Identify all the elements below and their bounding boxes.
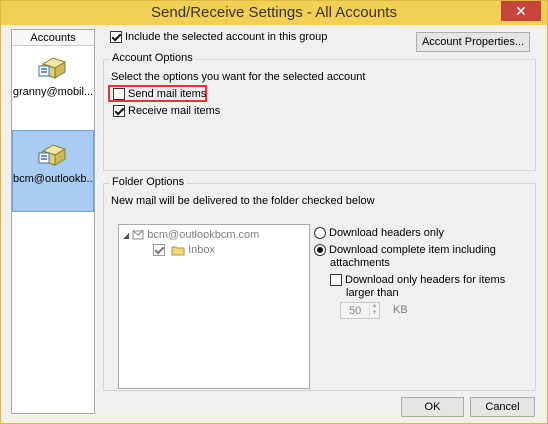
send-mail-label: Send mail items	[128, 88, 207, 100]
window-title: Send/Receive Settings - All Accounts	[151, 4, 397, 21]
download-headers-label: Download headers only	[329, 227, 444, 239]
account-options-title: Account Options	[110, 52, 195, 64]
download-only-headers-row[interactable]: Download only headers for items	[330, 274, 506, 287]
send-mail-checkbox[interactable]	[113, 88, 125, 101]
accounts-header: Accounts	[12, 30, 94, 46]
include-account-label: Include the selected account in this gro…	[125, 31, 328, 43]
send-mail-row[interactable]: Send mail items	[113, 88, 207, 101]
inbox-checkbox[interactable]	[153, 244, 165, 257]
accounts-list[interactable]: Accounts granny@mobil... bcm@outlookb...	[11, 29, 95, 414]
download-headers-row[interactable]: Download headers only	[314, 227, 444, 240]
mailbox-icon	[132, 230, 144, 240]
mail-account-icon	[38, 144, 67, 166]
account-label: bcm@outlookb...	[13, 173, 93, 185]
size-unit: KB	[393, 304, 408, 316]
close-button[interactable]: ✕	[501, 1, 541, 21]
download-headers-radio[interactable]	[314, 227, 326, 240]
download-only-headers-label-1: Download only headers for items	[345, 274, 506, 286]
receive-mail-row[interactable]: Receive mail items	[113, 105, 221, 118]
folder-icon	[171, 246, 185, 256]
download-only-headers-checkbox[interactable]	[330, 274, 342, 287]
folder-options-instruction: New mail will be delivered to the folder…	[111, 195, 375, 207]
mail-account-icon	[38, 57, 67, 79]
account-options-group: Account Options Select the options you w…	[103, 52, 536, 171]
account-label: granny@mobil...	[12, 86, 94, 98]
account-item-granny[interactable]: granny@mobil...	[12, 52, 94, 114]
dialog-client: Accounts granny@mobil... bcm@outlookb...…	[7, 26, 541, 419]
title-bar: Send/Receive Settings - All Accounts ✕	[1, 1, 547, 25]
account-options-instruction: Select the options you want for the sele…	[111, 71, 366, 83]
size-value: 50	[349, 305, 362, 317]
size-spinner[interactable]: 50 ▲ ▼	[340, 302, 380, 319]
folder-tree[interactable]: ◢ bcm@outlookbcm.com Inbox	[118, 224, 310, 389]
account-item-bcm[interactable]: bcm@outlookb...	[12, 130, 94, 212]
tree-account-label: bcm@outlookbcm.com	[147, 229, 260, 241]
tree-inbox-node[interactable]: Inbox	[153, 244, 216, 257]
include-account-checkbox[interactable]	[110, 31, 122, 44]
download-only-headers-label-2: larger than	[346, 287, 399, 299]
tree-account-node[interactable]: ◢ bcm@outlookbcm.com	[123, 229, 259, 241]
download-complete-label-2: attachments	[330, 257, 390, 269]
inbox-label: Inbox	[188, 244, 216, 256]
download-complete-radio[interactable]	[314, 244, 326, 257]
download-complete-label-1: Download complete item including	[329, 244, 496, 256]
include-account-row[interactable]: Include the selected account in this gro…	[110, 31, 328, 44]
folder-options-title: Folder Options	[110, 176, 187, 188]
account-properties-button[interactable]: Account Properties...	[416, 32, 530, 52]
collapse-arrow-icon[interactable]: ◢	[123, 231, 129, 240]
send-receive-dialog: Send/Receive Settings - All Accounts ✕ A…	[0, 0, 548, 424]
spinner-arrows-icon[interactable]: ▲ ▼	[369, 303, 379, 318]
receive-mail-checkbox[interactable]	[113, 105, 125, 118]
download-complete-row[interactable]: Download complete item including	[314, 244, 496, 257]
ok-button[interactable]: OK	[401, 397, 464, 417]
cancel-button[interactable]: Cancel	[470, 397, 535, 417]
folder-options-group: Folder Options New mail will be delivere…	[103, 176, 536, 391]
receive-mail-label: Receive mail items	[128, 105, 221, 117]
